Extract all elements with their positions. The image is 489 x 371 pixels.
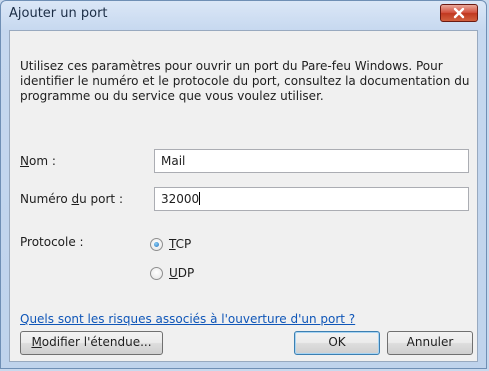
name-label-accesskey: N [20, 154, 29, 168]
port-label-prefix: Numéro [20, 192, 72, 206]
modify-scope-label: odifier l'étendue... [41, 335, 152, 349]
radio-udp[interactable]: UDP [150, 266, 194, 280]
port-label: Numéro du port : [20, 192, 123, 206]
radio-tcp-accesskey: T [169, 237, 176, 251]
window-title: Ajouter un port [9, 6, 108, 21]
name-input-value: Mail [161, 154, 186, 168]
close-icon [453, 7, 465, 19]
radio-udp-accesskey: U [169, 266, 178, 280]
dialog-body: Utilisez ces paramètres pour ouvrir un p… [9, 30, 478, 362]
port-input[interactable]: 32000 [154, 187, 469, 211]
radio-udp-label: UDP [169, 266, 194, 280]
modify-scope-accesskey: M [31, 335, 42, 349]
name-label: Nom : [20, 154, 56, 168]
radio-udp-text: DP [177, 266, 195, 280]
cancel-button[interactable]: Annuler [387, 331, 473, 355]
port-label-accesskey: d [71, 192, 80, 206]
name-label-text: om : [28, 154, 56, 168]
risks-help-link[interactable]: Quels sont les risques associés à l'ouve… [20, 312, 355, 326]
radio-tcp-text: CP [175, 237, 192, 251]
modify-scope-button[interactable]: Modifier l'étendue... [20, 331, 163, 355]
text-caret [199, 192, 201, 205]
title-bar: Ajouter un port [1, 1, 486, 29]
radio-tcp-label: TCP [169, 237, 191, 251]
protocol-label: Protocole : [20, 235, 84, 249]
description-text: Utilisez ces paramètres pour ouvrir un p… [20, 59, 470, 103]
radio-button-checked[interactable] [150, 237, 163, 251]
port-input-value: 32000 [161, 192, 200, 206]
close-button[interactable] [440, 4, 478, 22]
radio-tcp[interactable]: TCP [150, 237, 191, 251]
port-label-text: u port : [79, 192, 123, 206]
dialog-window: Ajouter un port Utilisez ces paramètres … [0, 0, 487, 369]
ok-button[interactable]: OK [294, 331, 380, 355]
radio-button[interactable] [150, 266, 163, 280]
name-input[interactable]: Mail [154, 149, 469, 173]
